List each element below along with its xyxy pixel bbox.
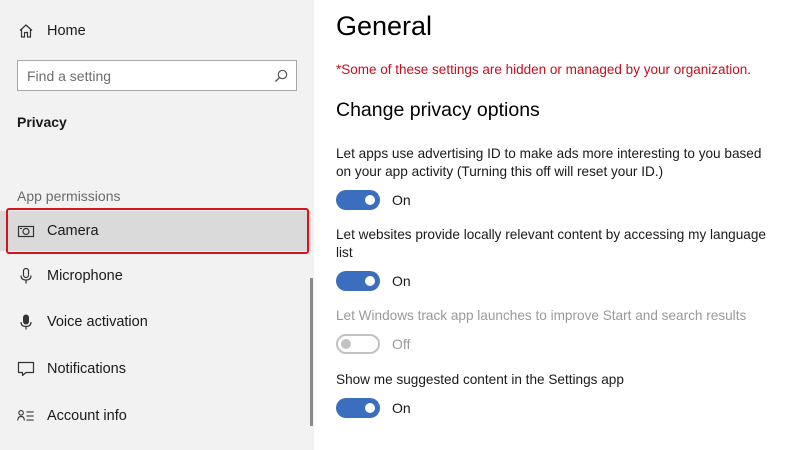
suggested-content-description: Show me suggested content in the Setting…	[336, 372, 624, 387]
sidebar-item-label: Account info	[47, 408, 127, 424]
account-info-icon	[17, 407, 35, 425]
toggle-state-label: On	[392, 273, 411, 289]
sidebar-section-title: Privacy	[17, 114, 67, 130]
toggle-knob	[365, 195, 375, 205]
toggle-state-label: Off	[392, 336, 411, 352]
sidebar-scrollbar[interactable]	[310, 278, 313, 426]
nav-home[interactable]: Home	[0, 14, 314, 48]
camera-icon	[17, 222, 35, 240]
toggle-knob	[341, 339, 351, 349]
language-list-description: Let websites provide locally relevant co…	[336, 227, 766, 260]
track-app-launches-toggle-row: Off	[336, 333, 410, 355]
sidebar-item-label: Voice activation	[47, 314, 148, 330]
language-list-toggle-row: On	[336, 270, 411, 292]
org-managed-notice: *Some of these settings are hidden or ma…	[336, 62, 752, 77]
search-icon[interactable]	[273, 68, 289, 84]
toggle-state-label: On	[392, 400, 411, 416]
notifications-icon	[17, 360, 35, 378]
sidebar-item-label: Microphone	[47, 268, 123, 284]
advertising-id-toggle[interactable]	[336, 190, 380, 210]
voice-activation-icon	[17, 313, 35, 331]
toggle-state-label: On	[392, 192, 411, 208]
sidebar-item-label: Notifications	[47, 361, 126, 377]
advertising-id-toggle-row: On	[336, 189, 411, 211]
sidebar-item-account-info[interactable]: Account info	[0, 396, 311, 436]
track-app-launches-toggle[interactable]	[336, 334, 380, 354]
sidebar-item-camera[interactable]: Camera	[0, 211, 311, 251]
home-icon	[17, 22, 35, 40]
track-app-launches-description: Let Windows track app launches to improv…	[336, 308, 747, 323]
language-list-toggle[interactable]	[336, 271, 380, 291]
sidebar-item-voice-activation[interactable]: Voice activation	[0, 302, 311, 342]
sidebar-item-notifications[interactable]: Notifications	[0, 349, 311, 389]
nav-home-label: Home	[47, 23, 86, 39]
search-input[interactable]	[27, 67, 267, 84]
advertising-id-description: Let apps use advertising ID to make ads …	[336, 146, 762, 179]
search-box[interactable]	[17, 60, 297, 91]
sidebar-item-microphone[interactable]: Microphone	[0, 256, 311, 296]
microphone-icon	[17, 267, 35, 285]
suggested-content-toggle-row: On	[336, 397, 411, 419]
sidebar-group-title: App permissions	[17, 188, 121, 204]
settings-window: Home Privacy App permissions Ca	[0, 0, 800, 450]
suggested-content-toggle[interactable]	[336, 398, 380, 418]
section-title: Change privacy options	[336, 99, 540, 121]
toggle-knob	[365, 276, 375, 286]
sidebar-item-label: Camera	[47, 223, 99, 239]
page-title: General	[336, 11, 433, 41]
toggle-knob	[365, 403, 375, 413]
main-content: General *Some of these settings are hidd…	[314, 0, 800, 450]
sidebar: Home Privacy App permissions Ca	[0, 0, 314, 450]
